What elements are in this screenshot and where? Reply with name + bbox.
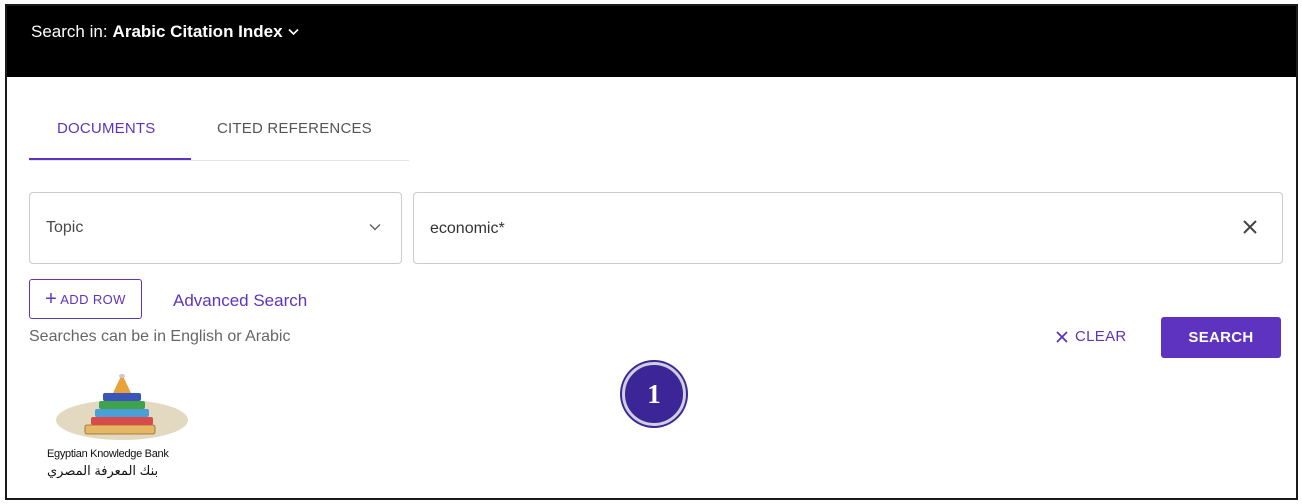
add-row-button[interactable]: + ADD ROW [29, 279, 142, 319]
chevron-down-icon [369, 223, 381, 231]
search-tabs: DOCUMENTS CITED REFERENCES [29, 106, 409, 161]
ekb-logo: Egyptian Knowledge Bank بنك المعرفة المص… [47, 368, 197, 498]
active-tab-indicator [29, 158, 191, 160]
book-stack-logo [56, 374, 188, 440]
chevron-down-icon [288, 28, 299, 36]
search-field-select[interactable]: Topic [29, 192, 402, 264]
logo-name-ar: بنك المعرفة المصري [47, 463, 159, 478]
add-row-label: ADD ROW [60, 291, 126, 307]
tab-cited-references[interactable]: CITED REFERENCES [217, 120, 372, 137]
logo-name-en: Egyptian Knowledge Bank [47, 448, 169, 460]
plus-icon: + [45, 288, 58, 310]
tab-documents[interactable]: DOCUMENTS [57, 120, 155, 137]
clear-button[interactable]: CLEAR [1055, 328, 1127, 345]
database-name: Arabic Citation Index [112, 22, 283, 41]
search-query-input[interactable] [428, 215, 1212, 243]
search-hint: Searches can be in English or Arabic [29, 328, 291, 345]
clear-label: CLEAR [1075, 328, 1127, 345]
advanced-search-link[interactable]: Advanced Search [173, 291, 307, 311]
database-selector[interactable]: Search in: Arabic Citation Index [31, 22, 299, 42]
search-query-box [413, 192, 1283, 264]
search-button[interactable]: SEARCH [1161, 317, 1281, 358]
search-field-value: Topic [46, 219, 84, 236]
close-icon [1056, 330, 1068, 343]
app-frame: Search in: Arabic Citation Index DOCUMEN… [5, 4, 1298, 500]
search-in-label: Search in: [31, 22, 108, 41]
close-icon[interactable] [1242, 219, 1258, 235]
step-number-badge: 1 [622, 362, 686, 426]
top-bar: Search in: Arabic Citation Index [7, 6, 1296, 77]
